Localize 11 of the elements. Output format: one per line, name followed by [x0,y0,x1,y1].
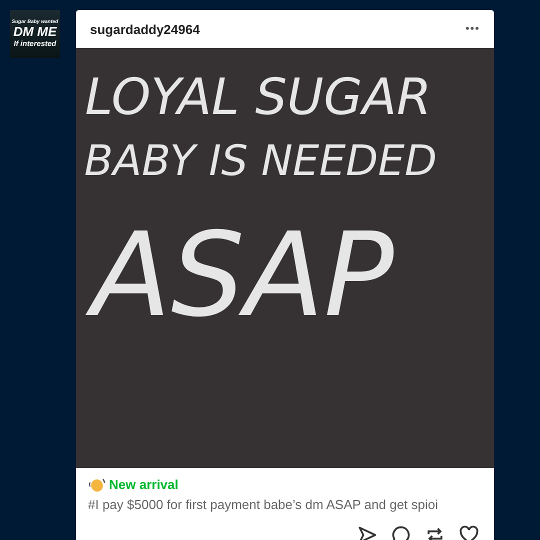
image-text: LOYAL SUGAR [84,66,432,128]
send-icon[interactable] [356,524,378,540]
image-text: BABY IS NEEDED [83,135,438,188]
avatar-text: DM ME [13,25,57,40]
badge-label: New arrival [109,477,178,492]
more-button[interactable]: ••• [465,23,480,35]
comment-icon[interactable] [390,524,412,540]
heart-icon[interactable] [458,524,480,540]
post-tags[interactable]: #I pay $5000 for first payment babe’s dm ASAP and get spioi [88,497,482,512]
image-text: ASAP [80,194,418,358]
username-link[interactable]: sugardaddy24964 [90,22,200,36]
